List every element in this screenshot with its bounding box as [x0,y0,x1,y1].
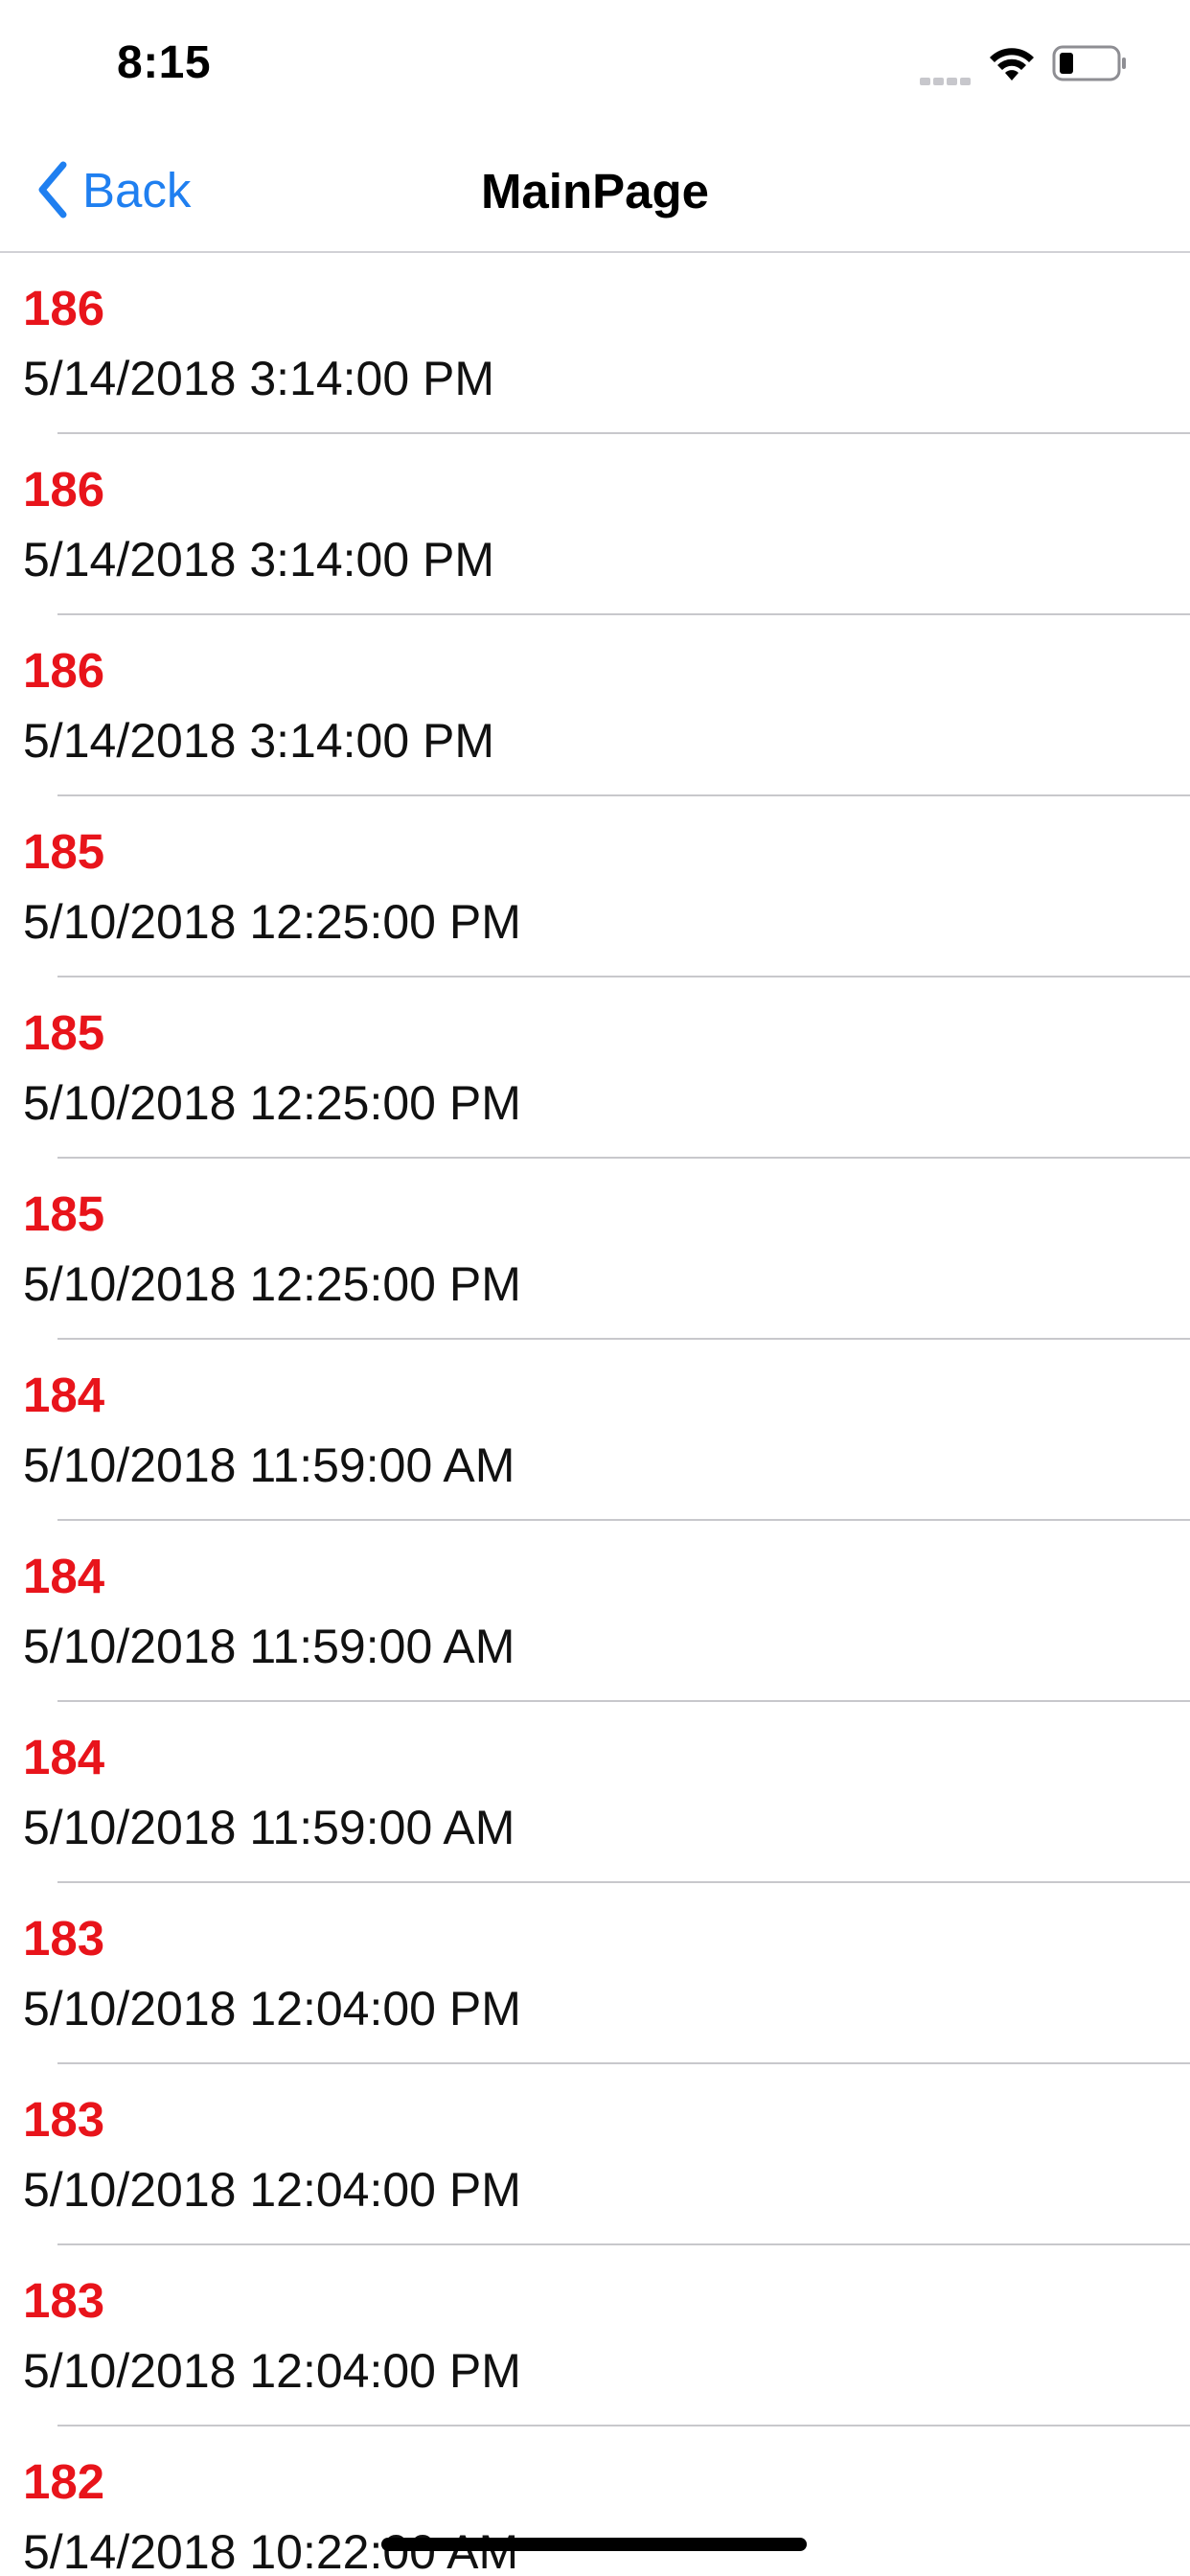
navigation-bar: MainPage Back [0,126,1190,253]
home-indicator [381,2538,807,2551]
item-date: 5/14/2018 3:14:00 PM [23,533,495,586]
list-item[interactable]: 186 5/14/2018 3:14:00 PM [0,253,1190,434]
list-item[interactable]: 184 5/10/2018 11:59:00 AM [0,1702,1190,1883]
list-item[interactable]: 184 5/10/2018 11:59:00 AM [0,1340,1190,1521]
list-item[interactable]: 185 5/10/2018 12:25:00 PM [0,978,1190,1159]
item-id: 185 [23,1186,105,1241]
screen: 8:15 MainPage Back 186 5/14/2018 3:14:00 … [0,0,1190,2576]
battery-low-icon [1052,45,1126,81]
item-date: 5/10/2018 12:04:00 PM [23,2163,521,2217]
item-id: 183 [23,2092,105,2147]
item-id: 183 [23,1911,105,1966]
item-date: 5/10/2018 12:25:00 PM [23,1076,521,1130]
item-date: 5/10/2018 12:25:00 PM [23,895,521,949]
list-item[interactable]: 186 5/14/2018 3:14:00 PM [0,615,1190,796]
item-date: 5/14/2018 3:14:00 PM [23,352,495,405]
list-item[interactable]: 183 5/10/2018 12:04:00 PM [0,2245,1190,2426]
item-date: 5/14/2018 3:14:00 PM [23,714,495,768]
list-item[interactable]: 185 5/10/2018 12:25:00 PM [0,796,1190,978]
item-id: 186 [23,281,105,335]
item-id: 184 [23,1368,105,1422]
item-id: 185 [23,824,105,879]
back-button[interactable]: Back [34,155,191,224]
status-bar: 8:15 [0,0,1190,126]
item-id: 184 [23,1549,105,1603]
list-item[interactable]: 186 5/14/2018 3:14:00 PM [0,434,1190,615]
item-id: 182 [23,2454,105,2509]
item-id: 185 [23,1005,105,1060]
item-id: 183 [23,2273,105,2328]
list-item[interactable]: 183 5/10/2018 12:04:00 PM [0,2064,1190,2245]
list-item[interactable]: 183 5/10/2018 12:04:00 PM [0,1883,1190,2064]
item-date: 5/10/2018 11:59:00 AM [23,1438,515,1492]
item-date: 5/10/2018 12:04:00 PM [23,1982,521,2036]
status-time: 8:15 [117,37,212,88]
item-date: 5/10/2018 12:25:00 PM [23,1257,521,1311]
list-item[interactable]: 182 5/14/2018 10:22:00 AM [0,2426,1190,2576]
item-date: 5/10/2018 12:04:00 PM [23,2344,521,2398]
item-id: 186 [23,643,105,698]
chevron-left-icon [38,161,67,218]
item-date: 5/10/2018 11:59:00 AM [23,1620,515,1673]
signal-dots-icon [920,73,973,85]
item-id: 184 [23,1730,105,1784]
wifi-icon [990,48,1034,80]
item-id: 186 [23,462,105,517]
back-label: Back [82,162,192,218]
list-item[interactable]: 185 5/10/2018 12:25:00 PM [0,1159,1190,1340]
list-item[interactable]: 184 5/10/2018 11:59:00 AM [0,1521,1190,1702]
item-date: 5/10/2018 11:59:00 AM [23,1801,515,1854]
record-list: 186 5/14/2018 3:14:00 PM 186 5/14/2018 3:14… [0,253,1190,2576]
